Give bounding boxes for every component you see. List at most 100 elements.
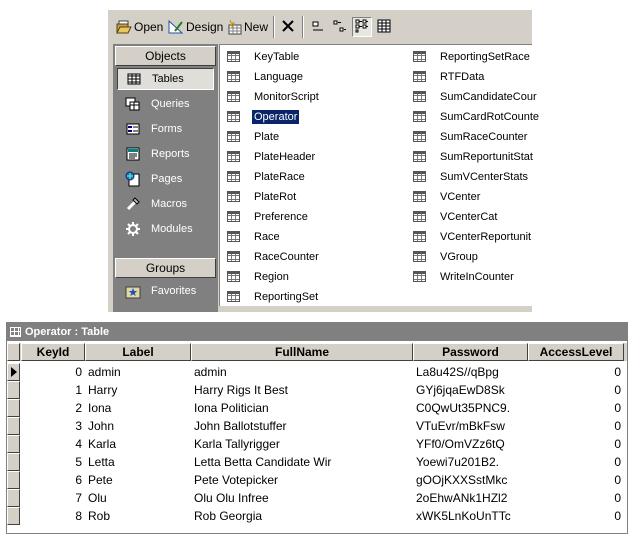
- details-view-button[interactable]: [374, 17, 394, 37]
- table-row: 3 John John Ballotstuffer VTuEvr/mBkFsw 0: [7, 417, 627, 435]
- table-list-item[interactable]: VCenterReportunit: [413, 228, 533, 245]
- groups-item-favorites[interactable]: Favorites: [117, 280, 214, 302]
- cell-keyid[interactable]: 0: [21, 363, 85, 381]
- table-list-item[interactable]: PlateRot: [227, 188, 298, 205]
- cell-fullname[interactable]: Rob Georgia: [191, 507, 413, 525]
- objects-item-modules[interactable]: Modules: [117, 218, 214, 240]
- cell-label[interactable]: Karla: [85, 435, 191, 453]
- table-list-item[interactable]: ReportingSet: [227, 288, 320, 305]
- cell-accesslevel[interactable]: 0: [528, 453, 624, 471]
- table-list-item[interactable]: Language: [227, 68, 305, 85]
- cell-password[interactable]: gOOjKXXSstMkc: [413, 471, 528, 489]
- cell-label[interactable]: Olu: [85, 489, 191, 507]
- cell-accesslevel[interactable]: 0: [528, 489, 624, 507]
- table-list-item[interactable]: VCenterCat: [413, 208, 499, 225]
- large-icons-button[interactable]: [308, 17, 328, 37]
- cell-label[interactable]: Harry: [85, 381, 191, 399]
- cell-password[interactable]: VTuEvr/mBkFsw: [413, 417, 528, 435]
- table-list-item[interactable]: SumReportunitStat: [413, 148, 535, 165]
- cell-fullname[interactable]: Karla Tallyrigger: [191, 435, 413, 453]
- datasheet-titlebar[interactable]: Operator : Table: [7, 323, 627, 341]
- column-header-fullname[interactable]: FullName: [191, 343, 413, 361]
- cell-accesslevel[interactable]: 0: [528, 399, 624, 417]
- cell-accesslevel[interactable]: 0: [528, 471, 624, 489]
- cell-keyid[interactable]: 3: [21, 417, 85, 435]
- cell-fullname[interactable]: admin: [191, 363, 413, 381]
- table-list-item[interactable]: Race: [227, 228, 282, 245]
- cell-keyid[interactable]: 1: [21, 381, 85, 399]
- column-header-label[interactable]: Label: [85, 343, 191, 361]
- table-list-item[interactable]: Region: [227, 268, 291, 285]
- cell-accesslevel[interactable]: 0: [528, 363, 624, 381]
- objects-item-macros[interactable]: Macros: [117, 193, 214, 215]
- table-list-item[interactable]: KeyTable: [227, 48, 301, 65]
- table-list-item[interactable]: PlateHeader: [227, 148, 317, 165]
- new-button[interactable]: New: [226, 17, 268, 37]
- cell-label[interactable]: Letta: [85, 453, 191, 471]
- cell-label[interactable]: Pete: [85, 471, 191, 489]
- table-list-item[interactable]: RTFData: [413, 68, 486, 85]
- cell-password[interactable]: C0QwUt35PNC9.: [413, 399, 528, 417]
- table-list-item[interactable]: RaceCounter: [227, 248, 321, 265]
- cell-fullname[interactable]: Iona Politician: [191, 399, 413, 417]
- list-horizontal-scrollbar[interactable]: [219, 306, 532, 312]
- objects-header[interactable]: Objects: [115, 46, 216, 66]
- delete-button[interactable]: [278, 17, 298, 37]
- select-all-corner[interactable]: [7, 343, 20, 361]
- cell-fullname[interactable]: Pete Votepicker: [191, 471, 413, 489]
- cell-fullname[interactable]: Olu Olu Infree: [191, 489, 413, 507]
- table-list-item[interactable]: SumRaceCounter: [413, 128, 529, 145]
- cell-accesslevel[interactable]: 0: [528, 417, 624, 435]
- table-list-item[interactable]: WriteInCounter: [413, 268, 516, 285]
- objects-item-pages[interactable]: Pages: [117, 168, 214, 190]
- objects-item-queries[interactable]: Queries: [117, 93, 214, 115]
- cell-keyid[interactable]: 5: [21, 453, 85, 471]
- table-list-item[interactable]: MonitorScript: [227, 88, 321, 105]
- cell-accesslevel[interactable]: 0: [528, 381, 624, 399]
- design-icon: [168, 19, 184, 35]
- objects-item-forms[interactable]: Forms: [117, 118, 214, 140]
- cell-fullname[interactable]: John Ballotstuffer: [191, 417, 413, 435]
- column-header-accesslevel[interactable]: AccessLevel: [528, 343, 624, 361]
- cell-keyid[interactable]: 8: [21, 507, 85, 525]
- column-header-keyid[interactable]: KeyId: [21, 343, 85, 361]
- cell-label[interactable]: admin: [85, 363, 191, 381]
- column-header-password[interactable]: Password: [413, 343, 528, 361]
- table-list-item[interactable]: SumVCenterStats: [413, 168, 530, 185]
- objects-item-tables[interactable]: Tables: [117, 68, 214, 90]
- cell-accesslevel[interactable]: 0: [528, 435, 624, 453]
- cell-password[interactable]: La8u42S//qBpg: [413, 363, 528, 381]
- table-list-item[interactable]: Plate: [227, 128, 281, 145]
- table-list-item[interactable]: ReportingSetRace: [413, 48, 532, 65]
- cell-keyid[interactable]: 7: [21, 489, 85, 507]
- objects-item-label: Macros: [151, 198, 188, 210]
- table-list-item[interactable]: PlateRace: [227, 168, 307, 185]
- cell-label[interactable]: John: [85, 417, 191, 435]
- cell-fullname[interactable]: Harry Rigs It Best: [191, 381, 413, 399]
- cell-fullname[interactable]: Letta Betta Candidate Wir: [191, 453, 413, 471]
- cell-password[interactable]: YFf0/OmVZz6tQ: [413, 435, 528, 453]
- table-list-item[interactable]: VCenter: [413, 188, 482, 205]
- cell-password[interactable]: Yoewi7u201B2.: [413, 453, 528, 471]
- table-list-item[interactable]: SumCandidateCour: [413, 88, 539, 105]
- cell-password[interactable]: GYj6jqaEwD8Sk: [413, 381, 528, 399]
- cell-label[interactable]: Rob: [85, 507, 191, 525]
- cell-label[interactable]: Iona: [85, 399, 191, 417]
- cell-keyid[interactable]: 6: [21, 471, 85, 489]
- table-list-item[interactable]: Operator: [227, 108, 300, 125]
- design-button[interactable]: Design: [168, 17, 223, 37]
- objects-item-reports[interactable]: Reports: [117, 143, 214, 165]
- table-list-item[interactable]: VGroup: [413, 248, 480, 265]
- cell-accesslevel[interactable]: 0: [528, 507, 624, 525]
- open-button[interactable]: Open: [116, 17, 163, 37]
- groups-header[interactable]: Groups: [115, 258, 216, 278]
- cell-keyid[interactable]: 4: [21, 435, 85, 453]
- cell-password[interactable]: xWK5LnKoUnTTc: [413, 507, 528, 525]
- cell-password[interactable]: 2oEhwANk1HZl2: [413, 489, 528, 507]
- table-icon: [227, 151, 240, 162]
- small-icons-button[interactable]: [330, 17, 350, 37]
- table-list-item[interactable]: Preference: [227, 208, 310, 225]
- list-view-button[interactable]: [352, 17, 372, 37]
- cell-keyid[interactable]: 2: [21, 399, 85, 417]
- table-list-item[interactable]: SumCardRotCounte: [413, 108, 541, 125]
